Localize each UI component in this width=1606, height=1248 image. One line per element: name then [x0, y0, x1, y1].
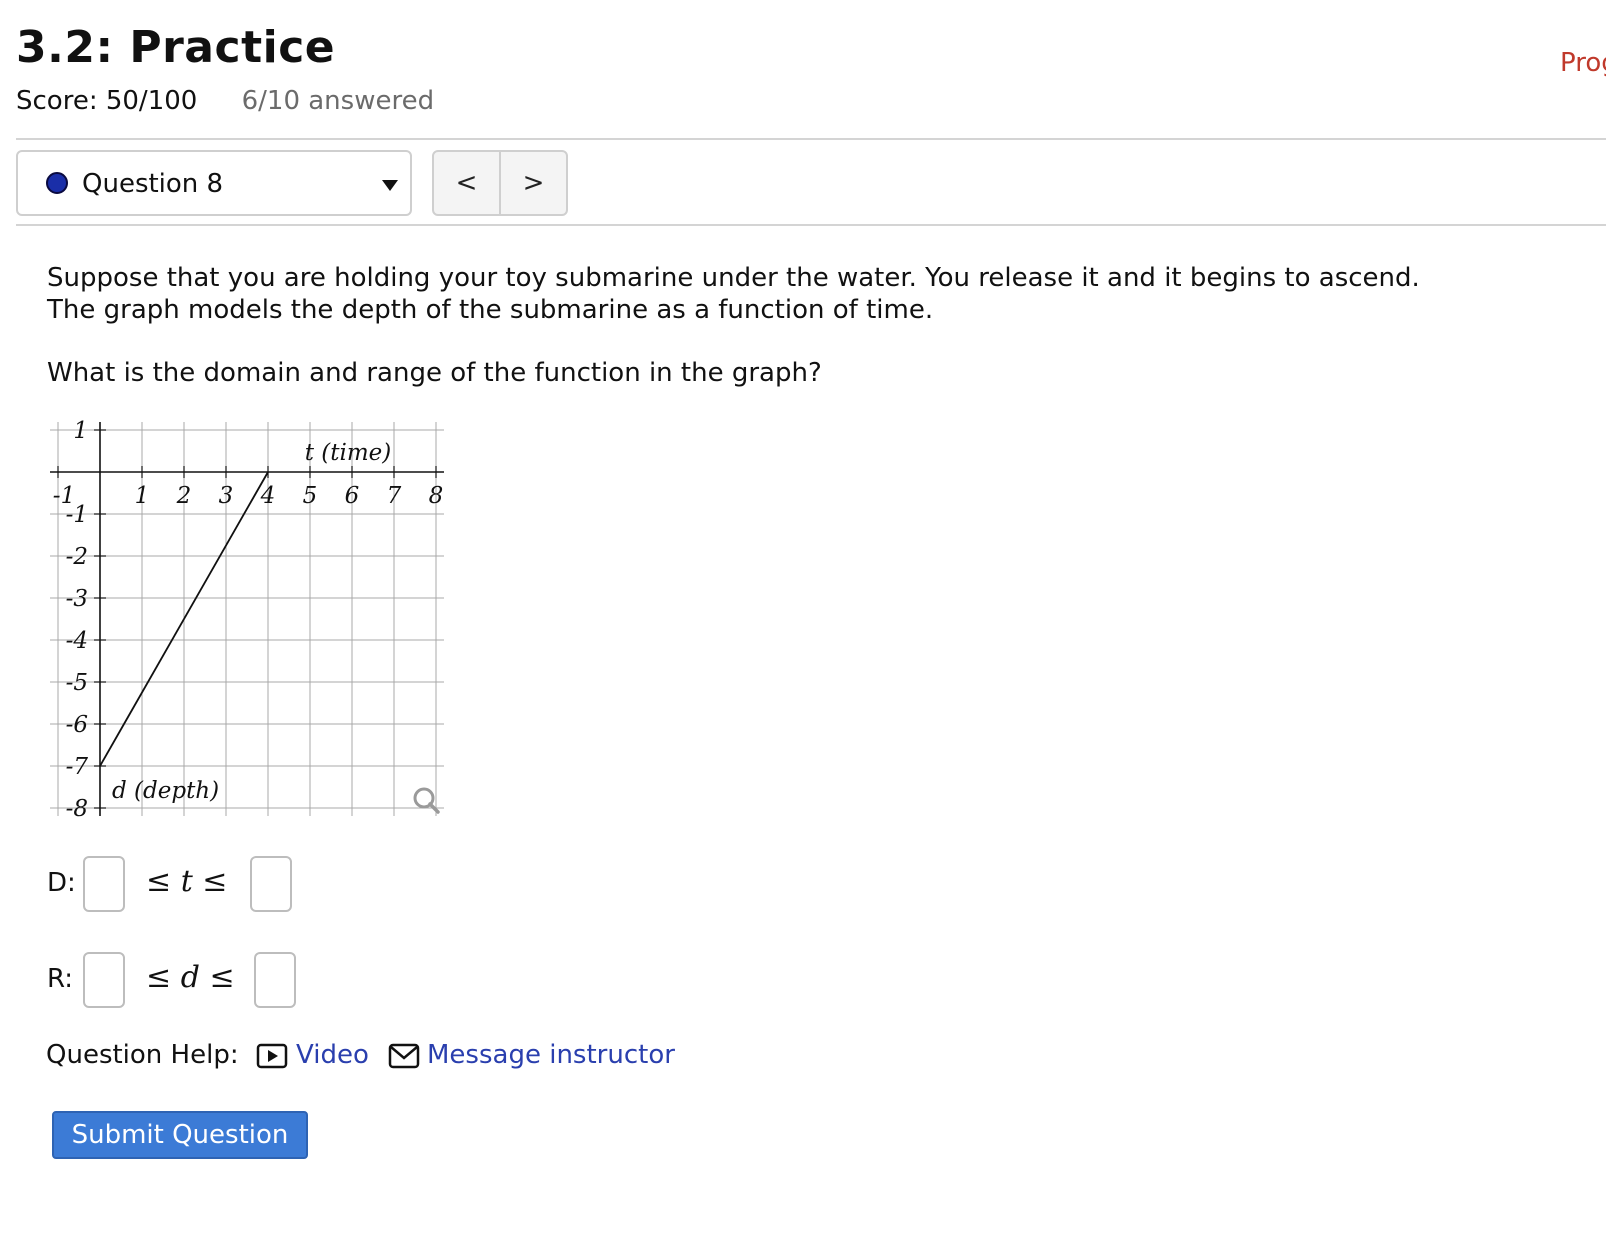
t-axis-label: t (time) [305, 440, 392, 466]
question-prompt: What is the domain and range of the func… [47, 358, 822, 388]
t-tick-label: 4 [260, 483, 276, 509]
answered-count: 6/10 answered [241, 86, 435, 116]
t-tick-label: 8 [429, 483, 444, 509]
question-nav-buttons: < > [432, 150, 568, 216]
range-inequality: ≤ d ≤ [146, 960, 235, 995]
t-tick-label: 7 [387, 483, 402, 509]
domain-ineq-right: ≤ [202, 864, 228, 899]
envelope-icon[interactable] [388, 1043, 420, 1069]
question-selector[interactable]: Question 8 [16, 150, 412, 216]
t-tick-label: 5 [303, 483, 318, 509]
progress-link[interactable]: Prog [1560, 48, 1606, 78]
question-status-dot [46, 172, 68, 194]
question-selector-label: Question 8 [82, 169, 224, 199]
domain-label: D: [47, 868, 76, 898]
video-play-icon[interactable] [256, 1043, 288, 1069]
question-help-label: Question Help: [46, 1040, 239, 1070]
d-tick-label: -1 [66, 502, 88, 528]
d-tick-label: -3 [66, 586, 88, 612]
d-tick-label: -7 [66, 754, 89, 780]
range-lower-input[interactable] [83, 952, 125, 1008]
d-tick-label: -4 [66, 628, 88, 654]
d-tick-label: -8 [66, 796, 88, 818]
nav-divider [16, 224, 1606, 226]
range-ineq-left: ≤ [146, 960, 172, 995]
t-tick-label: 1 [135, 483, 150, 509]
range-ineq-right: ≤ [209, 960, 235, 995]
d-axis-label: d (depth) [112, 778, 219, 804]
range-label: R: [47, 964, 74, 994]
t-tick-label: 3 [219, 483, 234, 509]
header-divider [16, 138, 1606, 140]
d-tick-label: 1 [73, 418, 88, 444]
video-link[interactable]: Video [296, 1040, 369, 1070]
question-text: Suppose that you are holding your toy su… [47, 263, 1420, 325]
domain-upper-input[interactable] [250, 856, 292, 912]
score-text: Score: 50/100 [16, 86, 198, 116]
d-tick-label: -2 [66, 544, 88, 570]
next-question-button[interactable]: > [501, 152, 566, 214]
page-title: 3.2: Practice [16, 22, 336, 73]
submit-question-button[interactable]: Submit Question [52, 1111, 308, 1159]
practice-page: 3.2: Practice Prog Score: 50/100 6/10 an… [0, 0, 1606, 1248]
domain-ineq-left: ≤ [146, 864, 172, 899]
d-tick-label: -6 [66, 712, 88, 738]
t-tick-label: 6 [345, 483, 360, 509]
domain-inequality: ≤ t ≤ [146, 864, 227, 899]
domain-lower-input[interactable] [83, 856, 125, 912]
t-tick-label: 2 [176, 483, 192, 509]
d-tick-label: -5 [66, 670, 88, 696]
message-instructor-link[interactable]: Message instructor [427, 1040, 675, 1070]
previous-question-button[interactable]: < [434, 152, 501, 214]
range-upper-input[interactable] [254, 952, 296, 1008]
depth-time-graph[interactable]: -1 1 2 3 4 5 6 7 81-1-2-3-4-5-6-7-8t (time)d (de… [40, 418, 460, 818]
domain-variable: t [180, 864, 193, 899]
chevron-down-icon [382, 180, 398, 191]
range-variable: d [180, 960, 200, 995]
score-row: Score: 50/100 6/10 answered [16, 86, 434, 116]
